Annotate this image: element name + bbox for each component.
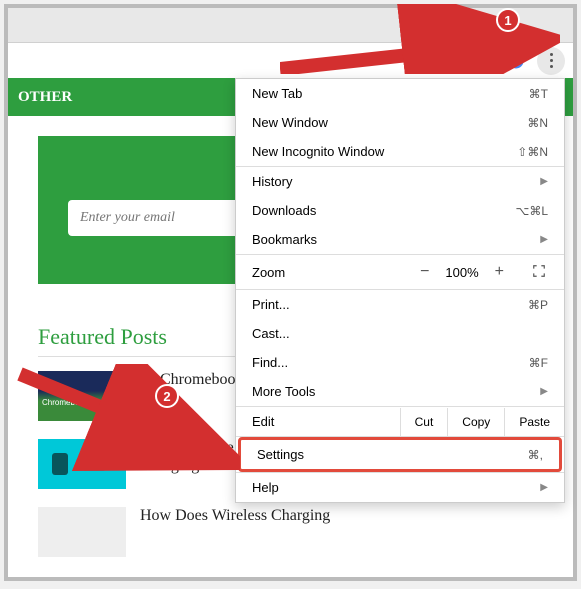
bookmark-star-icon[interactable] [415, 52, 433, 70]
menu-history[interactable]: History▶ [236, 167, 564, 196]
kebab-menu-button[interactable] [537, 47, 565, 75]
menu-print[interactable]: Print...⌘P [236, 290, 564, 319]
extension-lastpass-icon[interactable]: ••• [445, 52, 465, 70]
chevron-right-icon: ▶ [540, 234, 548, 245]
fullscreen-icon[interactable] [522, 260, 556, 285]
chevron-right-icon: ▶ [540, 482, 548, 493]
menu-bookmarks[interactable]: Bookmarks▶ [236, 225, 564, 254]
post-title: The Definitive [140, 439, 234, 457]
menu-find[interactable]: Find...⌘F [236, 348, 564, 377]
annotation-badge-1: 1 [496, 8, 520, 32]
zoom-value: 100% [439, 261, 484, 284]
browser-toolbar: ••• [8, 43, 573, 78]
chevron-right-icon: ▶ [540, 176, 548, 187]
menu-new-tab[interactable]: New Tab⌘T [236, 79, 564, 108]
chevron-right-icon: ▶ [540, 386, 548, 397]
menu-copy[interactable]: Copy [447, 408, 504, 436]
nav-other[interactable]: OTHER [18, 89, 72, 106]
menu-help[interactable]: Help▶ [236, 473, 564, 502]
post-thumbnail [38, 371, 126, 421]
zoom-in-button[interactable]: + [485, 259, 514, 285]
menu-cut[interactable]: Cut [400, 408, 448, 436]
zoom-out-button[interactable]: − [410, 259, 439, 285]
extensions-icon[interactable] [477, 52, 495, 70]
menu-zoom: Zoom − 100% + [236, 255, 564, 289]
post-item[interactable]: How Does Wireless Charging [38, 507, 543, 557]
menu-paste[interactable]: Paste [504, 408, 564, 436]
menu-new-window[interactable]: New Window⌘N [236, 108, 564, 137]
profile-icon[interactable] [507, 52, 525, 70]
post-title: Charging [140, 457, 234, 475]
menu-edit-row: Edit Cut Copy Paste [236, 407, 564, 436]
menu-cast[interactable]: Cast... [236, 319, 564, 348]
menu-downloads[interactable]: Downloads⌥⌘L [236, 196, 564, 225]
window-chrome [8, 8, 573, 43]
browser-menu-dropdown: New Tab⌘T New Window⌘N New Incognito Win… [235, 78, 565, 503]
menu-more-tools[interactable]: More Tools▶ [236, 377, 564, 406]
post-title: How Does Wireless Charging [140, 507, 330, 557]
menu-incognito[interactable]: New Incognito Window⇧⌘N [236, 137, 564, 166]
annotation-badge-2: 2 [155, 384, 179, 408]
post-thumbnail [38, 439, 126, 489]
post-thumbnail [38, 507, 126, 557]
menu-settings[interactable]: Settings⌘, [238, 437, 562, 472]
